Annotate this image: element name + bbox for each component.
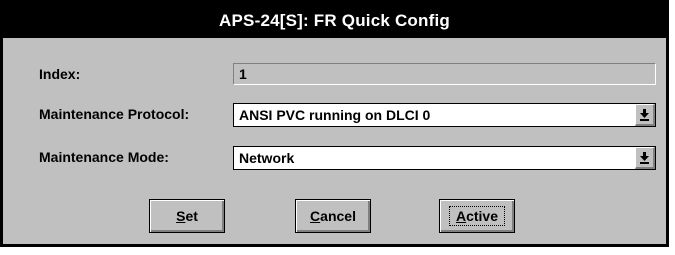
active-button-label: ctive bbox=[466, 208, 499, 224]
active-button-mnemonic: A bbox=[455, 208, 467, 224]
maintenance-mode-label: Maintenance Mode: bbox=[39, 149, 169, 165]
maintenance-protocol-value: ANSI PVC running on DLCI 0 bbox=[239, 107, 431, 123]
fr-quick-config-dialog: APS-24[S]: FR Quick Config Index: 1 Main… bbox=[0, 0, 669, 247]
active-button[interactable]: Active bbox=[439, 199, 515, 233]
set-button-label: et bbox=[185, 208, 198, 224]
index-value: 1 bbox=[239, 66, 247, 82]
arrow-down-icon bbox=[640, 108, 649, 121]
set-button[interactable]: Set bbox=[149, 199, 225, 233]
cancel-button[interactable]: Cancel bbox=[295, 199, 371, 233]
cancel-button-label: ancel bbox=[320, 208, 356, 224]
window-title: APS-24[S]: FR Quick Config bbox=[219, 10, 450, 30]
maintenance-protocol-label: Maintenance Protocol: bbox=[39, 106, 190, 122]
maintenance-protocol-dropdown-button[interactable] bbox=[635, 104, 655, 126]
maintenance-mode-value: Network bbox=[239, 150, 295, 166]
index-label: Index: bbox=[39, 66, 81, 82]
index-field: 1 bbox=[233, 63, 656, 85]
maintenance-protocol-select[interactable]: ANSI PVC running on DLCI 0 bbox=[233, 103, 656, 127]
cancel-button-mnemonic: C bbox=[310, 208, 321, 224]
window-title-bar: APS-24[S]: FR Quick Config bbox=[3, 3, 666, 38]
arrow-down-icon bbox=[640, 151, 649, 164]
maintenance-mode-dropdown-button[interactable] bbox=[635, 147, 655, 169]
maintenance-mode-select[interactable]: Network bbox=[233, 146, 656, 170]
